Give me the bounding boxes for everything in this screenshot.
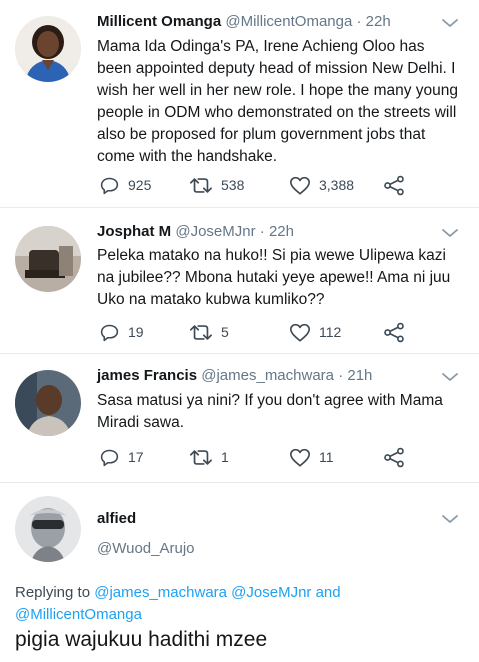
replying-prefix: Replying to <box>15 584 91 601</box>
retweet-count: 1 <box>221 449 229 465</box>
reply-count: 925 <box>128 177 152 193</box>
retweet-button[interactable]: 1 <box>189 446 229 468</box>
author-handle[interactable]: @JoseMJnr <box>175 223 255 240</box>
heart-icon <box>290 323 310 342</box>
retweet-button[interactable]: 5 <box>189 321 229 343</box>
reply-button[interactable]: 19 <box>99 321 144 343</box>
timestamp[interactable]: 22h <box>269 223 294 240</box>
separator-dot: · <box>356 13 362 30</box>
like-count: 112 <box>319 324 342 340</box>
reply-count: 19 <box>128 324 144 340</box>
reply-button[interactable]: 17 <box>99 446 144 468</box>
tweet-header: james Francis @james_machwara · 21h <box>97 367 372 384</box>
chevron-down-icon[interactable] <box>441 371 459 383</box>
chevron-down-icon[interactable] <box>441 513 459 525</box>
share-button[interactable] <box>383 321 405 343</box>
author-name[interactable]: Josphat M <box>97 223 171 240</box>
reply-icon <box>100 177 119 194</box>
retweet-icon <box>190 449 212 465</box>
timestamp[interactable]: 21h <box>347 367 372 384</box>
reply-button[interactable]: 925 <box>99 174 151 196</box>
share-icon <box>384 447 404 467</box>
mention-millicent[interactable]: @MillicentOmanga <box>15 606 142 623</box>
retweet-button[interactable]: 538 <box>189 174 244 196</box>
tweet-header: Josphat M @JoseMJnr · 22h <box>97 223 294 240</box>
author-handle[interactable]: @MillicentOmanga <box>225 13 352 30</box>
heart-icon <box>290 448 310 467</box>
tweet-header: Millicent Omanga @MillicentOmanga · 22h <box>97 13 391 30</box>
retweet-icon <box>190 177 212 193</box>
avatar-alfied[interactable] <box>15 496 81 562</box>
tweet-header: alfied <box>97 510 136 527</box>
reply-icon <box>100 324 119 341</box>
tweet-text: Mama Ida Odinga's PA, Irene Achieng Oloo… <box>97 38 459 165</box>
avatar-josphat[interactable] <box>15 226 81 292</box>
heart-icon <box>290 176 310 195</box>
author-name[interactable]: Millicent Omanga <box>97 13 221 30</box>
chevron-down-icon[interactable] <box>441 227 459 239</box>
focused-tweet-text: pigia wajukuu hadithi mzee <box>15 628 268 651</box>
author-name[interactable]: alfied <box>97 510 136 527</box>
share-icon <box>384 322 404 342</box>
reply-icon <box>100 449 119 466</box>
author-handle[interactable]: @james_machwara <box>201 367 334 384</box>
mention-james[interactable]: @james_machwara <box>94 584 227 601</box>
replying-and: and <box>315 584 341 601</box>
retweet-count: 538 <box>221 177 245 193</box>
share-icon <box>384 175 404 195</box>
retweet-icon <box>190 324 212 340</box>
tweet-millicent[interactable]: Millicent Omanga @MillicentOmanga · 22h … <box>0 0 479 207</box>
timestamp[interactable]: 22h <box>366 13 391 30</box>
replying-to: Replying to @james_machwara @JoseMJnr an… <box>15 582 465 626</box>
reply-count: 17 <box>128 449 144 465</box>
separator-dot: · <box>259 223 265 240</box>
like-count: 11 <box>319 449 334 465</box>
tweet-text: Peleka matako na huko!! Si pia wewe Ulip… <box>97 247 451 308</box>
tweet-actions: 17 1 11 <box>97 446 427 468</box>
tweet-text: Sasa matusi ya nini? If you don't agree … <box>97 392 443 431</box>
separator-dot: · <box>338 367 344 384</box>
author-handle[interactable]: @Wuod_Arujo <box>97 540 195 557</box>
mention-josemjnr[interactable]: @JoseMJnr <box>231 584 311 601</box>
tweet-actions: 925 538 3,388 <box>97 174 427 196</box>
like-button[interactable]: 3,388 <box>289 174 354 196</box>
tweet-actions: 19 5 112 <box>97 321 427 343</box>
author-name[interactable]: james Francis <box>97 367 197 384</box>
avatar-millicent[interactable] <box>15 16 81 82</box>
author-handle-row: @Wuod_Arujo <box>97 540 195 557</box>
share-button[interactable] <box>383 446 405 468</box>
tweet-james[interactable]: james Francis @james_machwara · 21h Sasa… <box>0 354 479 482</box>
like-count: 3,388 <box>319 177 355 193</box>
avatar-james[interactable] <box>15 370 81 436</box>
chevron-down-icon[interactable] <box>441 17 459 29</box>
like-button[interactable]: 112 <box>289 321 341 343</box>
like-button[interactable]: 11 <box>289 446 334 468</box>
retweet-count: 5 <box>221 324 229 340</box>
tweet-josphat[interactable]: Josphat M @JoseMJnr · 22h Peleka matako … <box>0 208 479 353</box>
share-button[interactable] <box>383 174 405 196</box>
